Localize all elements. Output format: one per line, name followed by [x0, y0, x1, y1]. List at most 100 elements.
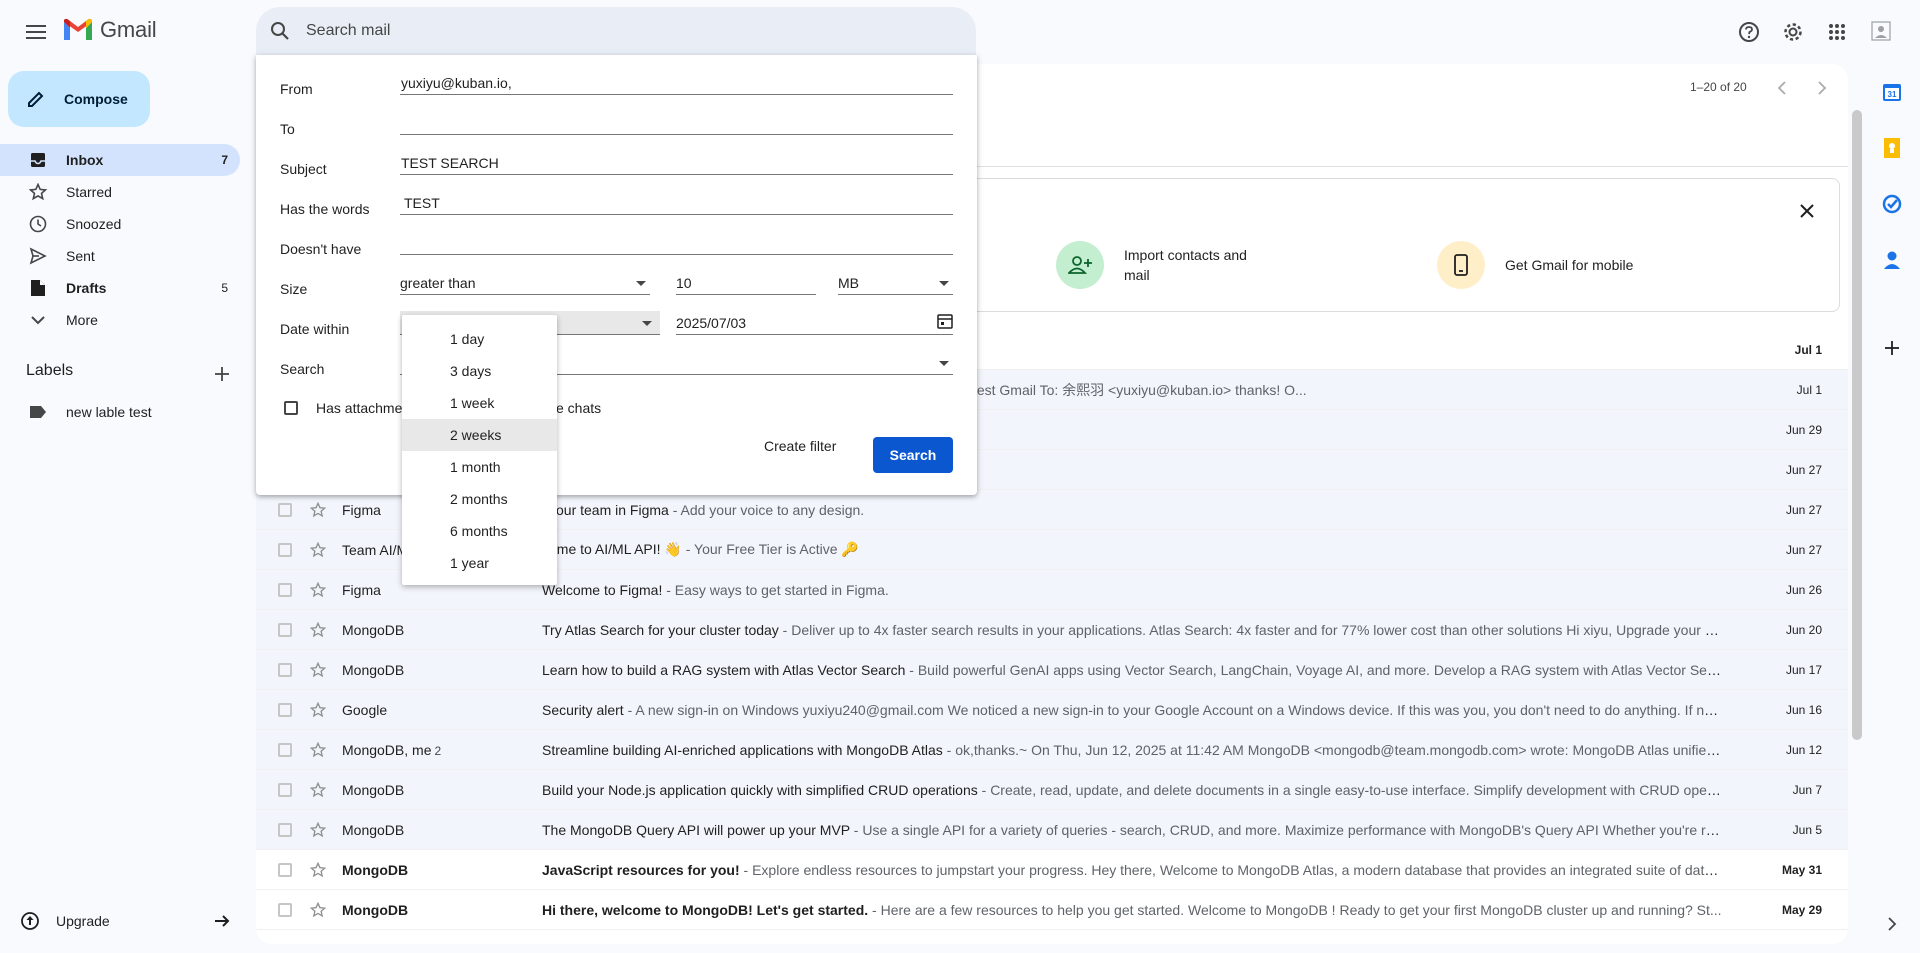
create-filter-button[interactable]: Create filter	[764, 438, 836, 454]
email-sender: Google	[342, 702, 542, 718]
row-checkbox[interactable]	[278, 622, 292, 637]
email-row[interactable]: MongoDB Learn how to build a RAG system w…	[256, 650, 1848, 690]
date-within-label: Date within	[280, 321, 350, 337]
star-icon[interactable]	[308, 700, 328, 720]
date-value: 2025/07/03	[676, 315, 747, 331]
nav-item-sent[interactable]: Sent	[0, 240, 240, 272]
calendar-picker-icon[interactable]	[937, 313, 953, 329]
apps-grid-icon[interactable]	[1821, 16, 1853, 48]
email-row[interactable]: MongoDB Try Atlas Search for your cluster…	[256, 610, 1848, 650]
nav-item-drafts[interactable]: Drafts 5	[0, 272, 240, 304]
size-unit-select[interactable]: MB	[838, 271, 953, 295]
compose-button[interactable]: Compose	[8, 71, 150, 127]
email-preview: l your team in Figma - Add your voice to…	[542, 502, 1722, 518]
close-icon[interactable]	[1795, 199, 1819, 223]
prev-page-icon[interactable]	[1770, 76, 1794, 100]
subject-field[interactable]: TEST SEARCH	[400, 151, 953, 175]
account-avatar[interactable]	[1866, 16, 1898, 48]
row-checkbox[interactable]	[278, 742, 292, 757]
to-field[interactable]	[400, 111, 953, 135]
star-icon[interactable]	[308, 860, 328, 880]
has-attachment-checkbox[interactable]	[284, 401, 298, 415]
star-icon[interactable]	[308, 660, 328, 680]
date-option-1-month[interactable]: 1 month	[402, 451, 557, 483]
main-menu-icon[interactable]	[20, 16, 52, 48]
promo-import-contacts[interactable]: Import contacts and mail	[1056, 241, 1254, 289]
row-checkbox[interactable]	[278, 822, 292, 837]
sender-name: Figma	[342, 501, 381, 518]
nav-item-snoozed[interactable]: Snoozed	[0, 208, 240, 240]
tasks-icon[interactable]	[1876, 188, 1908, 220]
star-icon[interactable]	[308, 540, 328, 560]
contacts-icon[interactable]	[1876, 244, 1908, 276]
search-bar	[256, 7, 976, 55]
star-icon[interactable]	[308, 500, 328, 520]
email-date: Jun 16	[1785, 702, 1822, 717]
date-option-1-year[interactable]: 1 year	[402, 547, 557, 579]
email-preview: Streamline building AI-enriched applicat…	[542, 742, 1722, 758]
promo-mobile[interactable]: Get Gmail for mobile	[1437, 241, 1635, 289]
settings-gear-icon[interactable]	[1777, 16, 1809, 48]
upgrade-button[interactable]: Upgrade	[20, 905, 230, 937]
from-field[interactable]: yuxiyu@kuban.io,	[400, 71, 953, 95]
row-checkbox[interactable]	[278, 582, 292, 597]
keep-icon[interactable]	[1876, 132, 1908, 164]
date-option-6-months[interactable]: 6 months	[402, 515, 557, 547]
nav-item-more[interactable]: More	[0, 304, 240, 336]
star-icon[interactable]	[308, 620, 328, 640]
expand-side-panel-icon[interactable]	[1876, 908, 1908, 940]
email-row[interactable]: MongoDB, me 2 Streamline building AI-enric…	[256, 730, 1848, 770]
star-icon[interactable]	[308, 780, 328, 800]
row-checkbox[interactable]	[278, 662, 292, 677]
help-icon[interactable]	[1733, 16, 1765, 48]
date-field[interactable]: 2025/07/03	[676, 311, 953, 335]
search-input[interactable]	[304, 21, 904, 41]
add-addon-icon[interactable]	[1876, 332, 1908, 364]
search-button[interactable]: Search	[873, 437, 953, 473]
has-words-field[interactable]: TEST	[400, 191, 953, 215]
add-label-icon[interactable]	[210, 362, 234, 386]
email-row[interactable]: MongoDB The MongoDB Query API will power …	[256, 810, 1848, 850]
date-option-2-months[interactable]: 2 months	[402, 483, 557, 515]
chevron-down-icon	[28, 310, 48, 330]
row-checkbox[interactable]	[278, 862, 292, 877]
scrollbar[interactable]	[1852, 110, 1862, 740]
row-checkbox[interactable]	[278, 502, 292, 517]
gmail-logo[interactable]: Gmail	[62, 17, 157, 43]
sender-name: MongoDB	[342, 661, 405, 678]
size-operator-select[interactable]: greater than	[400, 271, 650, 295]
date-option-3-days[interactable]: 3 days	[402, 355, 557, 387]
email-row[interactable]: MongoDB Build your Node.js application qu…	[256, 770, 1848, 810]
calendar-icon[interactable]: 31	[1876, 76, 1908, 108]
app-name: Gmail	[100, 17, 157, 42]
star-icon[interactable]	[308, 740, 328, 760]
email-subject: Hi there, welcome to MongoDB! Let's get …	[542, 901, 869, 918]
email-row[interactable]: Google Security alert - A new sign-in on …	[256, 690, 1848, 730]
star-icon[interactable]	[308, 900, 328, 920]
search-icon[interactable]	[270, 21, 290, 41]
size-value-field[interactable]: 10	[676, 271, 816, 295]
email-preview: Welcome to Figma! - Easy ways to get sta…	[542, 582, 1722, 598]
thread-count: 2	[434, 743, 442, 758]
size-unit-value: MB	[838, 275, 859, 291]
email-row[interactable]: MongoDB JavaScript resources for you! - E…	[256, 850, 1848, 890]
row-checkbox[interactable]	[278, 902, 292, 917]
star-icon[interactable]	[308, 580, 328, 600]
date-option-1-week[interactable]: 1 week	[402, 387, 557, 419]
row-checkbox[interactable]	[278, 542, 292, 557]
nav-count: 5	[221, 281, 228, 295]
email-sender: MongoDB	[342, 622, 542, 638]
promo-text: Import contacts and mail	[1124, 247, 1247, 283]
date-option-2-weeks[interactable]: 2 weeks	[402, 419, 557, 451]
date-option-1-day[interactable]: 1 day	[402, 323, 557, 355]
row-checkbox[interactable]	[278, 782, 292, 797]
upgrade-icon	[21, 912, 39, 930]
doesnt-have-field[interactable]	[400, 231, 953, 255]
star-icon[interactable]	[308, 820, 328, 840]
row-checkbox[interactable]	[278, 702, 292, 717]
email-row[interactable]: MongoDB Hi there, welcome to MongoDB! Let…	[256, 890, 1848, 930]
nav-item-inbox[interactable]: Inbox 7	[0, 144, 240, 176]
label-item-new-lable-test[interactable]: new lable test	[0, 396, 240, 428]
next-page-icon[interactable]	[1810, 76, 1834, 100]
nav-item-starred[interactable]: Starred	[0, 176, 240, 208]
